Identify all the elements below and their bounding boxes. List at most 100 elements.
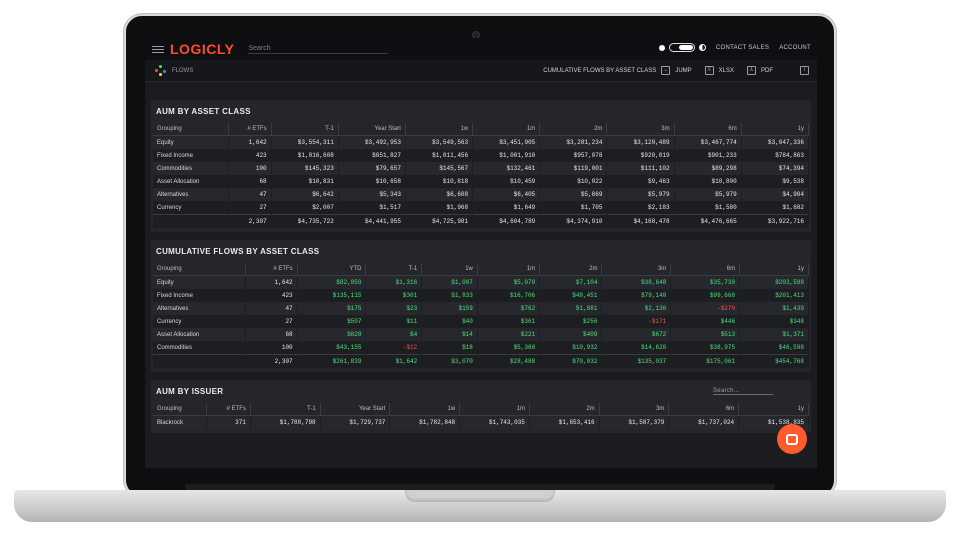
- row-label: Equity: [153, 275, 247, 289]
- column-header[interactable]: T-1: [271, 123, 339, 136]
- table-cell: $4,904: [741, 188, 810, 201]
- table-cell: $38,975: [670, 341, 741, 355]
- pdf-icon[interactable]: ⅄: [747, 66, 756, 75]
- column-header[interactable]: 1m: [459, 403, 530, 416]
- theme-toggle[interactable]: [658, 43, 706, 52]
- toggle-switch[interactable]: [668, 43, 695, 52]
- column-header[interactable]: # ETFs: [228, 123, 272, 136]
- row-label: Equity: [153, 135, 230, 149]
- column-header[interactable]: 3m: [606, 123, 675, 136]
- column-header[interactable]: Year Start: [338, 123, 406, 136]
- column-header[interactable]: 6m: [674, 123, 742, 136]
- column-header[interactable]: Grouping: [153, 403, 207, 416]
- info-icon[interactable]: i: [800, 66, 809, 75]
- table-cell: 1,642: [245, 275, 298, 289]
- column-header[interactable]: 6m: [670, 263, 741, 276]
- table-cell: $3,554,311: [271, 135, 339, 149]
- column-header[interactable]: Grouping: [153, 263, 247, 276]
- table-cell: $89,298: [674, 162, 742, 175]
- sub-toolbar: FLOWS CUMULATIVE FLOWS BY ASSET CLASS ⌄ …: [145, 60, 817, 82]
- column-header[interactable]: T-1: [250, 403, 321, 416]
- table-cell: $5,979: [606, 188, 675, 201]
- search-input[interactable]: Search: [248, 45, 389, 54]
- table-cell: $40: [421, 315, 478, 328]
- table-cell: $82,059: [297, 275, 367, 289]
- xlsx-icon[interactable]: ≡: [704, 66, 714, 75]
- column-header[interactable]: 1m: [472, 123, 541, 136]
- table-cell: $4,735,722: [271, 214, 339, 228]
- table-cell: $1,881: [539, 302, 603, 315]
- column-header[interactable]: Year Start: [320, 403, 391, 416]
- table-cell: $46,598: [739, 341, 809, 355]
- column-header[interactable]: 2m: [539, 123, 608, 136]
- table-cell: $1,016,608: [271, 149, 339, 162]
- column-header[interactable]: 1y: [741, 123, 810, 136]
- logo[interactable]: LOGICLY: [170, 41, 234, 57]
- table-cell: $261,839: [297, 354, 367, 368]
- column-header[interactable]: # ETFs: [245, 263, 298, 276]
- table-row: Commodities 100 $43,155 -$12 $18 $5,360 $10,93…: [153, 341, 809, 355]
- table-cell: $454,768: [739, 354, 809, 368]
- column-header[interactable]: 6m: [668, 403, 740, 416]
- column-header[interactable]: 1w: [405, 123, 474, 136]
- column-header[interactable]: 1w: [389, 403, 461, 416]
- table-cell: $70,032: [539, 354, 603, 368]
- account-link[interactable]: ACCOUNT: [779, 45, 811, 51]
- table-cell: -$12: [365, 341, 423, 355]
- table-cell: $3,451,905: [472, 135, 541, 149]
- jump-button[interactable]: JUMP: [675, 68, 691, 74]
- column-header[interactable]: T-1: [365, 263, 423, 276]
- table-cell: $135,115: [297, 289, 367, 302]
- table-cell: $4,374,910: [539, 214, 608, 228]
- table-cell: $409: [539, 328, 603, 341]
- table-cell: $175: [297, 302, 367, 315]
- flows-icon: [155, 64, 167, 77]
- column-header[interactable]: 2m: [539, 263, 603, 276]
- pdf-button[interactable]: PDF: [761, 68, 773, 74]
- table-cell: 27: [245, 315, 298, 328]
- table-cell: $18: [421, 341, 478, 355]
- table-cell: $9,463: [606, 175, 675, 188]
- table-cell: -$171: [601, 315, 672, 328]
- column-header[interactable]: 3m: [599, 403, 670, 416]
- contact-sales-link[interactable]: CONTACT SALES: [716, 45, 769, 51]
- table-cell: $99,668: [670, 289, 741, 302]
- table-cell: $135,037: [601, 354, 672, 368]
- table-cell: $901,233: [674, 149, 742, 162]
- table-cell: $4,604,789: [472, 214, 541, 228]
- xlsx-button[interactable]: XLSX: [719, 68, 734, 74]
- table-cell: $1,833: [421, 289, 478, 302]
- total-row: 2,307 $4,735,722 $4,441,955 $4,725,981 $4,60…: [153, 214, 810, 228]
- issuer-search-input[interactable]: Search...: [713, 388, 773, 395]
- column-header[interactable]: # ETFs: [206, 403, 251, 416]
- table-cell: $361: [477, 315, 541, 328]
- column-header[interactable]: 1y: [739, 263, 809, 276]
- column-header[interactable]: 3m: [601, 263, 672, 276]
- column-header[interactable]: 2m: [529, 403, 600, 416]
- column-header[interactable]: YTD: [297, 263, 367, 276]
- table-row: Asset Allocation 68 $10,831 $10,658 $10,818 $…: [153, 175, 810, 188]
- table-cell: $507: [297, 315, 367, 328]
- column-header[interactable]: 1w: [421, 263, 478, 276]
- column-header[interactable]: 1y: [738, 403, 809, 416]
- section-select[interactable]: CUMULATIVE FLOWS BY ASSET CLASS: [543, 68, 656, 74]
- table-cell: $5,869: [539, 188, 608, 201]
- hamburger-menu-icon[interactable]: [152, 45, 164, 53]
- table-cell: 423: [228, 149, 272, 162]
- table-cell: $828: [297, 328, 367, 341]
- table-cell: $301: [365, 289, 423, 302]
- chevron-down-icon[interactable]: ⌄: [661, 66, 671, 75]
- column-header[interactable]: Grouping: [153, 123, 230, 136]
- table-cell: 423: [245, 289, 298, 302]
- column-header[interactable]: 1m: [477, 263, 541, 276]
- chat-button[interactable]: [777, 424, 807, 454]
- table-cell: $3,047,336: [741, 135, 810, 149]
- row-label: Currency: [153, 315, 247, 328]
- table-cell: $49,451: [539, 289, 603, 302]
- table-cell: $119,001: [539, 162, 608, 175]
- table-cell: $79,140: [601, 289, 672, 302]
- row-label: Commodities: [153, 341, 247, 355]
- table-cell: $1,737,024: [668, 415, 740, 429]
- table-cell: $175,061: [670, 354, 741, 368]
- table-cell: $672: [601, 328, 672, 341]
